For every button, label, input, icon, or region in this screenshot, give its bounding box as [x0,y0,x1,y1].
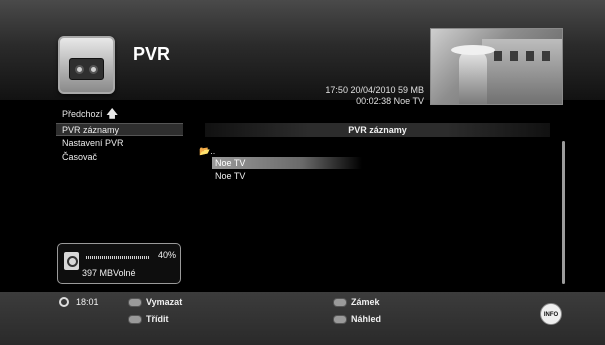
delete-button[interactable]: Vymazat [146,297,182,307]
arrow-up-icon: 🡅 [106,108,118,120]
yellow-key-icon [333,298,347,307]
sidebar-item-timer[interactable]: Časovač [56,151,183,164]
clock-icon [59,297,69,307]
video-preview [430,28,563,105]
back-label: Předchozí [62,109,103,119]
hard-disk-icon [64,252,79,270]
tape-recorder-icon [58,36,115,94]
list-item[interactable]: Noe TV [212,157,362,169]
back-link[interactable]: Předchozí 🡅 [62,105,118,124]
preview-button[interactable]: Náhled [351,314,381,324]
recording-info-date: 17:50 20/04/2010 59 MB [325,85,424,95]
green-key-icon [128,315,142,324]
sort-button[interactable]: Třídit [146,314,169,324]
list-title: PVR záznamy [205,123,550,137]
info-button[interactable]: INFO [540,303,562,325]
list-item[interactable]: Noe TV [212,170,362,182]
recording-info-duration: 00:02:38 Noe TV [356,96,424,106]
pvr-screen: PVR 17:50 20/04/2010 59 MB 00:02:38 Noe … [0,0,605,345]
sidebar-item-pvr-recordings[interactable]: PVR záznamy [56,123,183,136]
parent-dir: .. [210,146,216,156]
scrollbar[interactable] [562,141,565,284]
blue-key-icon [333,315,347,324]
storage-percent: 40% [158,250,177,260]
storage-bar [86,256,150,259]
red-key-icon [128,298,142,307]
folder-up-icon[interactable]: 📂.. [199,146,215,157]
storage-free: 397 MBVolné [82,268,136,278]
page-title: PVR [133,44,171,64]
lock-button[interactable]: Zámek [351,297,380,307]
sidebar-item-pvr-settings[interactable]: Nastavení PVR [56,137,183,150]
storage-panel: 40% 397 MBVolné [57,243,181,284]
clock-time: 18:01 [76,297,99,307]
